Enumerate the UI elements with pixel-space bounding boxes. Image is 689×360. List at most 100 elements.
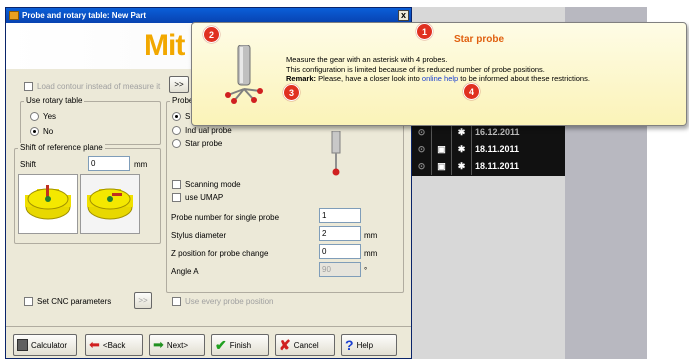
every-probe-label: Use every probe position xyxy=(185,297,274,306)
checkmark-icon: ✔ xyxy=(215,337,227,353)
gear-icon: ✱ xyxy=(452,158,472,175)
probe-number-label: Probe number for single probe xyxy=(171,213,280,222)
cnc-params-label: Set CNC parameters xyxy=(37,297,112,306)
stylus-diameter-label: Stylus diameter xyxy=(171,231,227,240)
star-probe-image xyxy=(224,44,264,105)
cnc-params-more-button[interactable]: >> xyxy=(134,292,152,309)
cancel-label: Cancel xyxy=(293,340,319,350)
angle-a-label: Angle A xyxy=(171,267,199,276)
app-icon xyxy=(9,11,19,20)
next-label: Next> xyxy=(166,340,189,350)
next-arrow-icon: ➡ xyxy=(153,337,164,352)
calculator-icon xyxy=(17,339,28,351)
umap-label: use UMAP xyxy=(185,193,224,202)
angle-a-field: 90 xyxy=(319,262,361,277)
title-bar: Probe and rotary table: New Part xyxy=(6,8,411,23)
close-button[interactable]: x xyxy=(398,10,409,21)
callout-badge-2: 2 xyxy=(203,26,220,43)
remark-end: to be informed about these restrictions. xyxy=(458,74,590,83)
probe-option-1-radio[interactable] xyxy=(172,112,181,121)
cancel-button[interactable]: ✘ Cancel xyxy=(275,334,335,356)
stylus-icon xyxy=(331,130,341,176)
table-row[interactable]: ⊙ ✱ 16.12.2011 xyxy=(412,124,565,141)
remark-text: Please, have a closer look into xyxy=(316,74,422,83)
part-table: ⊙ ✱ 16.12.2011 ⊙ ▣ ✱ 18.11.2011 ⊙ ▣ ✱ 18… xyxy=(412,124,565,176)
angle-a-unit: ° xyxy=(364,266,368,275)
z-position-unit: mm xyxy=(364,249,378,258)
info-icon: ⊙ xyxy=(412,158,432,175)
window-title: Probe and rotary table: New Part xyxy=(22,11,147,20)
document-icon: ▣ xyxy=(432,141,452,158)
help-question-icon: ? xyxy=(345,337,354,353)
info-icon: ⊙ xyxy=(412,141,432,158)
table-row[interactable]: ⊙ ▣ ✱ 18.11.2011 xyxy=(412,158,565,175)
cancel-x-icon: ✘ xyxy=(279,337,291,353)
probe-stylus-image xyxy=(328,130,344,179)
info-icon: ⊙ xyxy=(412,124,432,141)
finish-button[interactable]: ✔ Finish xyxy=(211,334,269,356)
help-button[interactable]: ? Help xyxy=(341,334,397,356)
star-probe-radio[interactable] xyxy=(172,139,181,148)
probe-option-1-label: S xyxy=(185,112,191,121)
star-probe-tooltip: Star probe Measure the gear with an aste… xyxy=(191,22,687,126)
umap-checkbox[interactable] xyxy=(172,193,181,202)
star-probe-icon xyxy=(225,44,263,104)
rotary-no-label: No xyxy=(43,127,54,136)
cnc-params-checkbox[interactable] xyxy=(24,297,33,306)
load-contour-label: Load contour instead of measure it xyxy=(37,82,161,91)
scanning-label: Scanning mode xyxy=(185,180,241,189)
star-probe-label: Star probe xyxy=(185,139,223,148)
rotary-table-group xyxy=(20,101,161,145)
z-position-field[interactable]: 0 xyxy=(319,244,361,259)
shift-heading: Shift of reference plane xyxy=(18,143,105,152)
load-contour-more-button[interactable]: >> xyxy=(169,76,189,93)
document-icon: ▣ xyxy=(432,158,452,175)
probe-option-2-radio[interactable] xyxy=(172,126,181,135)
rotary-heading: Use rotary table xyxy=(24,96,85,105)
gear-1-icon xyxy=(25,185,71,220)
finish-label: Finish xyxy=(229,340,252,350)
remark-label: Remark: xyxy=(286,74,317,83)
gear-icon: ✱ xyxy=(452,124,472,141)
rotary-no-radio[interactable] xyxy=(30,127,39,136)
separator xyxy=(6,326,411,327)
back-button[interactable]: ⬅ <Back xyxy=(85,334,143,356)
callout-badge-4: 4 xyxy=(463,83,480,100)
shift-label: Shift xyxy=(20,160,37,169)
cnc-more-label: >> xyxy=(138,296,148,305)
row-date: 16.12.2011 xyxy=(475,127,520,137)
tooltip-line-2: This configuration is limited because of… xyxy=(286,65,545,74)
load-contour-checkbox[interactable] xyxy=(24,82,33,91)
rotary-yes-label: Yes xyxy=(43,112,57,121)
gear-option-1[interactable] xyxy=(18,174,78,234)
more-label: >> xyxy=(174,80,184,89)
shift-field[interactable]: 0 xyxy=(88,156,130,171)
tooltip-remark: Remark: Please, have a closer look into … xyxy=(286,74,590,83)
table-row[interactable]: ⊙ ▣ ✱ 18.11.2011 xyxy=(412,141,565,158)
rotary-yes-radio[interactable] xyxy=(30,112,39,121)
stylus-unit: mm xyxy=(364,231,378,240)
calculator-button[interactable]: Calculator xyxy=(13,334,77,356)
scanning-checkbox[interactable] xyxy=(172,180,181,189)
gear-2-icon xyxy=(87,188,133,220)
gear-option-2[interactable] xyxy=(80,174,140,234)
shift-unit: mm xyxy=(134,160,148,169)
empty-cell xyxy=(432,124,452,141)
tooltip-title: Star probe xyxy=(454,34,505,45)
tooltip-line-1: Measure the gear with an asterisk with 4… xyxy=(286,55,448,64)
online-help-link[interactable]: online help xyxy=(422,74,458,83)
calculator-label: Calculator xyxy=(31,340,68,350)
next-button[interactable]: ➡ Next> xyxy=(149,334,205,356)
help-label: Help xyxy=(356,340,374,350)
back-arrow-icon: ⬅ xyxy=(89,337,100,352)
probe-option-2-label: Ind ual probe xyxy=(185,126,232,135)
z-position-label: Z position for probe change xyxy=(171,249,269,258)
stylus-diameter-field[interactable]: 2 xyxy=(319,226,361,241)
callout-badge-1: 1 xyxy=(416,23,433,40)
every-probe-checkbox xyxy=(172,297,181,306)
probe-number-field[interactable]: 1 xyxy=(319,208,361,223)
row-date: 18.11.2011 xyxy=(475,144,520,154)
logo-text: Mit xyxy=(144,29,185,62)
callout-badge-3: 3 xyxy=(283,84,300,101)
back-label: <Back xyxy=(102,340,126,350)
